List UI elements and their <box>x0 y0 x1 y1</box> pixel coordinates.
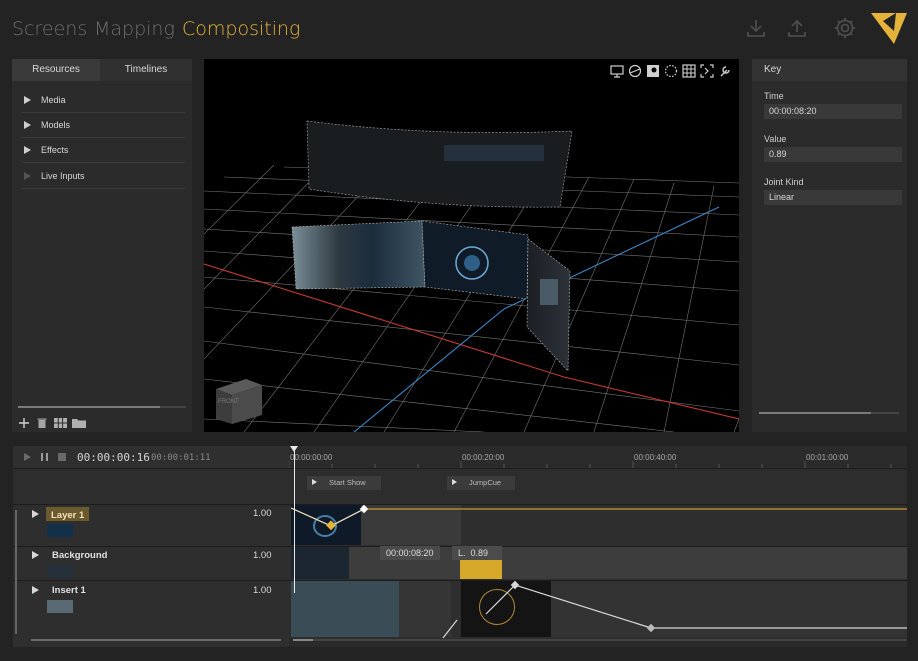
app-window: Screens Mapping Compositing Resources Ti… <box>0 0 918 661</box>
resource-media[interactable]: Media <box>22 88 185 113</box>
screen-icon[interactable] <box>610 64 624 78</box>
layer-thumbnail <box>47 524 73 537</box>
layer-name-selected[interactable]: Layer 1 <box>46 507 90 521</box>
ruler-label: 00:01:00:00 <box>806 453 849 462</box>
ruler-label: 00:00:00:00 <box>290 453 333 462</box>
expand-arrow-icon <box>24 146 31 154</box>
add-icon[interactable] <box>18 417 30 429</box>
folder-icon[interactable] <box>72 418 86 428</box>
playhead-handle-icon[interactable] <box>290 446 298 452</box>
resource-effects[interactable]: Effects <box>22 138 185 163</box>
track-name[interactable]: Background <box>52 550 107 561</box>
dotted-circle-icon[interactable] <box>664 64 678 78</box>
gear-icon[interactable] <box>833 16 857 40</box>
value-label: Value <box>764 134 787 144</box>
time-label: Time <box>764 91 784 101</box>
layer-thumbnail <box>47 600 73 613</box>
logo <box>871 13 907 44</box>
expand-arrow-icon[interactable] <box>32 551 39 559</box>
tab-screens[interactable]: Screens <box>12 18 87 40</box>
keyframe-curve[interactable] <box>291 504 907 546</box>
tab-timelines[interactable]: Timelines <box>100 59 192 81</box>
resources-panel: Resources Timelines Media Models Effects… <box>12 59 192 432</box>
duration: 00:00:01:11 <box>151 453 211 463</box>
key-properties-panel: Key Time 00:00:08:20 Value 0.89 Joint Ki… <box>752 59 907 432</box>
stop-icon[interactable] <box>58 453 66 461</box>
layer-opacity[interactable]: 1.00 <box>253 508 273 519</box>
joint-kind-select[interactable]: Linear <box>764 190 902 205</box>
layer-opacity[interactable]: 1.00 <box>253 550 273 561</box>
cue-start-show[interactable]: Start Show <box>307 476 381 490</box>
grid-icon[interactable] <box>682 64 696 78</box>
panel-title: Key <box>752 59 907 81</box>
resource-live-inputs[interactable]: Live Inputs <box>22 164 185 189</box>
resource-models[interactable]: Models <box>22 113 185 138</box>
play-icon[interactable] <box>24 453 31 461</box>
layer-thumbnail <box>47 565 73 578</box>
tracks-h-scrollbar[interactable] <box>31 639 281 641</box>
download-icon[interactable] <box>744 16 768 40</box>
texture-icon[interactable] <box>646 64 660 78</box>
trash-icon[interactable] <box>37 417 47 429</box>
scrollbar[interactable] <box>18 406 186 408</box>
expand-arrow-icon <box>24 96 31 104</box>
view-cube-label[interactable]: FRONT <box>218 399 239 405</box>
clip[interactable] <box>291 547 349 579</box>
frame-icon[interactable] <box>700 64 714 78</box>
keyframe-time-tooltip: 00:00:08:20 <box>380 546 440 560</box>
scrollbar[interactable] <box>759 412 899 414</box>
tracks-scrollbar[interactable] <box>15 510 17 634</box>
3d-viewport[interactable]: FRONT <box>204 59 739 432</box>
time-field[interactable]: 00:00:08:20 <box>764 104 902 119</box>
keyframe-value-tooltip: L. 0.89 <box>452 546 502 560</box>
grid-view-icon[interactable] <box>54 418 67 428</box>
layer-opacity[interactable]: 1.00 <box>253 585 273 596</box>
cue-flag-icon <box>452 479 457 485</box>
ruler-label: 00:00:20:00 <box>462 453 505 462</box>
pause-icon[interactable] <box>41 453 48 461</box>
tab-compositing[interactable]: Compositing <box>182 18 300 40</box>
tab-resources[interactable]: Resources <box>12 59 100 81</box>
expand-arrow-icon <box>24 172 31 180</box>
sphere-icon[interactable] <box>628 64 642 78</box>
current-time: 00:00:00:16 <box>77 451 150 464</box>
track-name[interactable]: Insert 1 <box>52 585 86 596</box>
scene-render <box>204 120 739 432</box>
value-field[interactable]: 0.89 <box>764 147 902 162</box>
cue-jumpcue[interactable]: JumpCue <box>447 476 515 490</box>
timeline-scrollbar[interactable] <box>293 639 907 641</box>
wrench-icon[interactable] <box>718 64 732 78</box>
tab-mapping[interactable]: Mapping <box>94 18 175 40</box>
playhead[interactable] <box>294 446 295 593</box>
ruler-label: 00:00:40:00 <box>634 453 677 462</box>
joint-kind-label: Joint Kind <box>764 177 804 187</box>
keyframe-curve[interactable] <box>291 580 907 639</box>
upload-icon[interactable] <box>785 16 809 40</box>
expand-arrow-icon[interactable] <box>32 510 39 518</box>
cue-flag-icon <box>312 479 317 485</box>
timeline-panel: 00:00:00:16 00:00:01:11 00:00:00:00 00:0… <box>13 446 907 647</box>
expand-arrow-icon <box>24 121 31 129</box>
expand-arrow-icon[interactable] <box>32 586 39 594</box>
